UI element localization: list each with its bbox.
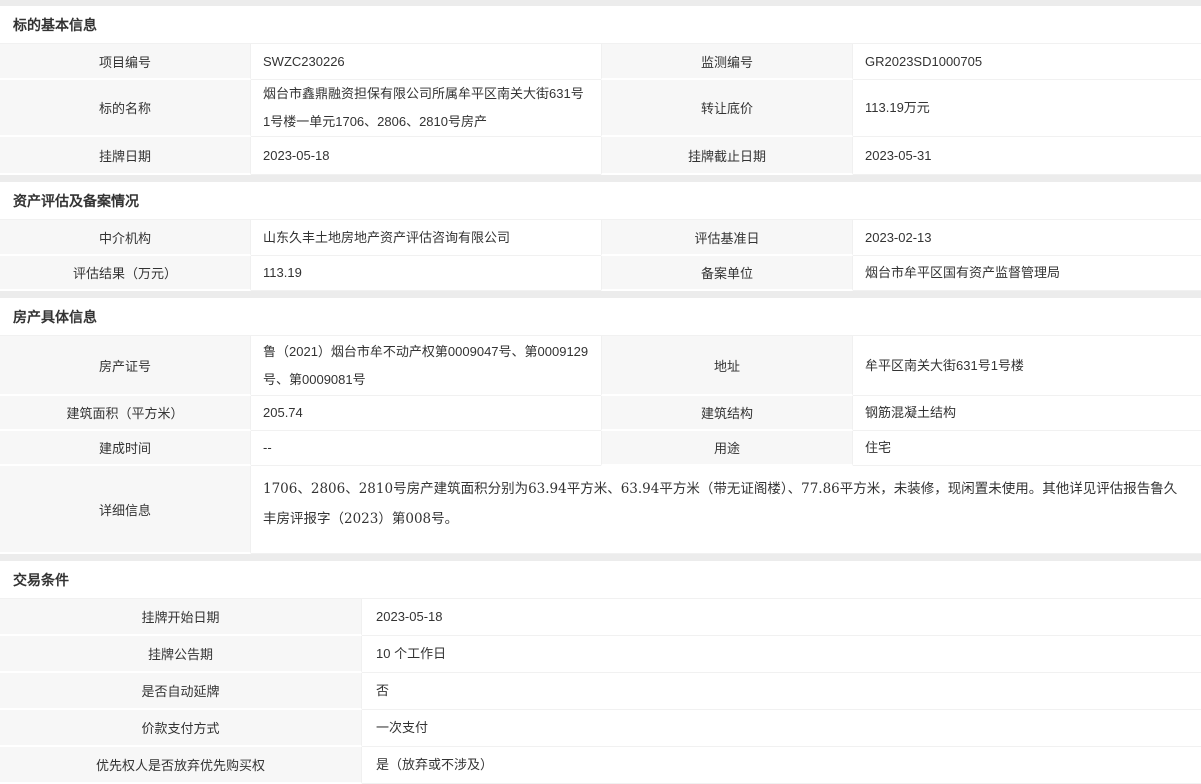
usage-label: 用途 [601,431,853,466]
appraisal-table: 中介机构 山东久丰土地房地产资产评估咨询有限公司 评估基准日 2023-02-1… [0,220,1201,291]
building-structure-label: 建筑结构 [601,396,853,431]
announcement-period-label: 挂牌公告期 [0,636,362,673]
building-area-value: 205.74 [251,396,601,431]
basic-info-table: 项目编号 SWZC230226 监测编号 GR2023SD1000705 标的名… [0,44,1201,175]
monitor-number-value: GR2023SD1000705 [853,44,1201,80]
completion-time-label: 建成时间 [0,431,251,466]
section-title-transaction-conditions: 交易条件 [0,561,1201,599]
detail-info-value: 1706、2806、2810号房产建筑面积分别为63.94平方米、63.94平方… [251,466,1201,554]
project-number-value: SWZC230226 [251,44,601,80]
transaction-conditions-table: 挂牌开始日期 2023-05-18 挂牌公告期 10 个工作日 是否自动延牌 否… [0,599,1201,784]
listing-deadline-value: 2023-05-31 [853,137,1201,175]
auto-extension-label: 是否自动延牌 [0,673,362,710]
project-number-label: 项目编号 [0,44,251,80]
listing-deadline-label: 挂牌截止日期 [601,137,853,175]
appraisal-base-date-label: 评估基准日 [601,220,853,256]
basic-info-section: 标的基本信息 项目编号 SWZC230226 监测编号 GR2023SD1000… [0,6,1201,175]
appraisal-base-date-value: 2023-02-13 [853,220,1201,256]
monitor-number-label: 监测编号 [601,44,853,80]
preemptive-right-waiver-label: 优先权人是否放弃优先购买权 [0,747,362,784]
listing-start-date-label: 挂牌开始日期 [0,599,362,636]
section-title-property-detail: 房产具体信息 [0,298,1201,336]
address-value: 牟平区南关大街631号1号楼 [853,336,1201,396]
appraisal-section: 资产评估及备案情况 中介机构 山东久丰土地房地产资产评估咨询有限公司 评估基准日… [0,182,1201,291]
listing-start-date-value: 2023-05-18 [362,599,1201,636]
building-area-label: 建筑面积（平方米） [0,396,251,431]
listing-date-label: 挂牌日期 [0,137,251,175]
transfer-base-price-label: 转让底价 [601,80,853,137]
agency-label: 中介机构 [0,220,251,256]
property-detail-table: 房产证号 鲁（2021）烟台市牟不动产权第0009047号、第0009129号、… [0,336,1201,554]
preemptive-right-waiver-value: 是（放弃或不涉及） [362,747,1201,784]
appraisal-result-value: 113.19 [251,256,601,291]
building-structure-value: 钢筋混凝土结构 [853,396,1201,431]
address-label: 地址 [601,336,853,396]
section-title-appraisal: 资产评估及备案情况 [0,182,1201,220]
transfer-base-price-value: 113.19万元 [853,80,1201,137]
payment-method-label: 价款支付方式 [0,710,362,747]
subject-name-value: 烟台市鑫鼎融资担保有限公司所属牟平区南关大街631号1号楼一单元1706、280… [251,80,601,137]
property-cert-number-label: 房产证号 [0,336,251,396]
payment-method-value: 一次支付 [362,710,1201,747]
property-cert-number-value: 鲁（2021）烟台市牟不动产权第0009047号、第0009129号、第0009… [251,336,601,396]
filing-authority-label: 备案单位 [601,256,853,291]
usage-value: 住宅 [853,431,1201,466]
completion-time-value: -- [251,431,601,466]
announcement-period-value: 10 个工作日 [362,636,1201,673]
subject-name-label: 标的名称 [0,80,251,137]
property-detail-section: 房产具体信息 房产证号 鲁（2021）烟台市牟不动产权第0009047号、第00… [0,298,1201,554]
listing-date-value: 2023-05-18 [251,137,601,175]
transaction-conditions-section: 交易条件 挂牌开始日期 2023-05-18 挂牌公告期 10 个工作日 是否自… [0,561,1201,784]
agency-value: 山东久丰土地房地产资产评估咨询有限公司 [251,220,601,256]
filing-authority-value: 烟台市牟平区国有资产监督管理局 [853,256,1201,291]
detail-info-label: 详细信息 [0,466,251,554]
section-title-basic-info: 标的基本信息 [0,6,1201,44]
appraisal-result-label: 评估结果（万元） [0,256,251,291]
auto-extension-value: 否 [362,673,1201,710]
